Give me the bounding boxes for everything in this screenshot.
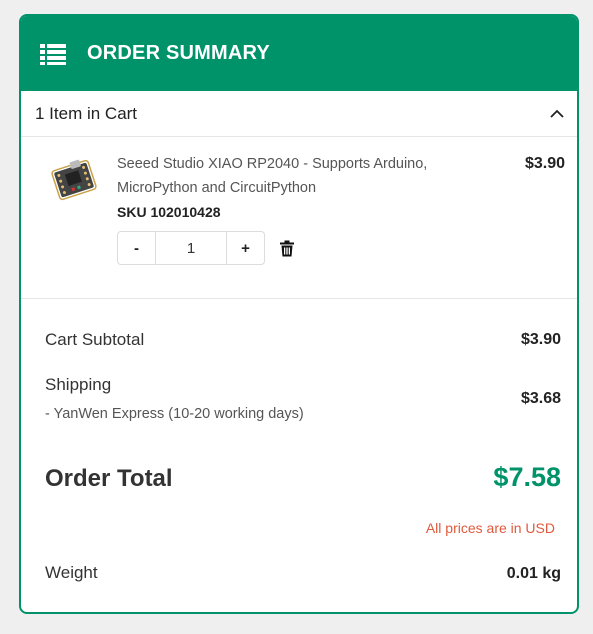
increase-quantity-button[interactable]: + [227,232,264,264]
cart-count-label: 1 Item in Cart [35,103,138,123]
order-summary-title: ORDER SUMMARY [87,42,270,64]
trash-icon[interactable] [279,240,295,257]
chevron-up-icon[interactable] [549,106,565,122]
weight-value: 0.01 kg [506,565,561,582]
order-summary-header: ORDER SUMMARY [21,16,577,91]
weight-label: Weight [45,563,98,582]
subtotal-value: $3.90 [520,331,561,348]
totals-section: Cart Subtotal $3.90 Shipping - YanWen Ex… [21,299,577,612]
cart-toggle[interactable]: 1 Item in Cart [21,91,577,137]
cart-item: Seeed Studio XIAO RP2040 - Supports Ardu… [21,137,577,299]
shipping-method: - YanWen Express (10-20 working days) [45,406,304,422]
shipping-label: Shipping [45,375,112,394]
product-thumbnail[interactable] [49,157,99,203]
quantity-input[interactable]: 1 [155,232,227,264]
shipping-value: $3.68 [520,390,561,407]
product-name[interactable]: Seeed Studio XIAO RP2040 - Supports Ardu… [117,152,477,200]
list-icon [40,43,66,65]
item-price: $3.90 [524,155,565,172]
decrease-quantity-button[interactable]: - [118,232,155,264]
order-total-label: Order Total [45,465,173,492]
quantity-stepper: - 1 + [117,231,265,265]
order-total-value: $7.58 [493,462,561,492]
currency-note: All prices are in USD [425,520,555,536]
item-sku: SKU 102010428 [117,204,221,220]
subtotal-label: Cart Subtotal [45,330,145,349]
order-summary-card: ORDER SUMMARY 1 Item in Cart Seeed Studi… [19,14,579,614]
